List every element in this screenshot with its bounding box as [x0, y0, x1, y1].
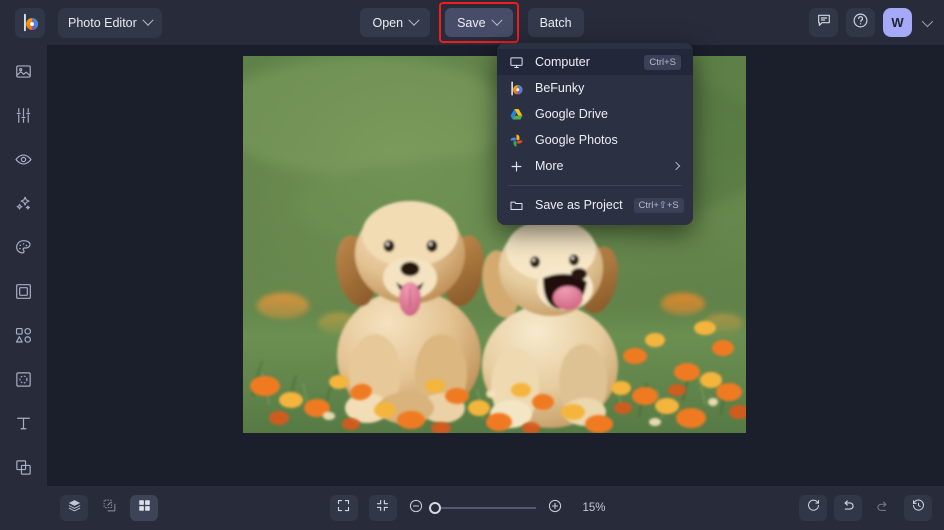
save-menu-item-befunky[interactable]: BeFunky [497, 75, 693, 101]
google-drive-icon [509, 107, 524, 122]
batch-button-label: Batch [540, 16, 572, 30]
collapse-view-button[interactable] [369, 495, 397, 521]
zoom-slider-handle[interactable] [429, 502, 441, 514]
chevron-down-icon [408, 14, 419, 25]
save-menu-item-label: Computer [535, 55, 633, 69]
save-menu-item-label: Google Drive [535, 107, 681, 121]
history-button[interactable] [904, 495, 932, 521]
image-icon [14, 62, 33, 86]
zoom-in-button[interactable] [547, 498, 563, 519]
app-footer: 15% [0, 486, 944, 530]
help-button[interactable] [846, 8, 875, 37]
save-button-highlight: Save [439, 2, 519, 43]
comment-icon [816, 12, 832, 33]
header-user-tools: W [809, 8, 934, 37]
footer-history-controls [799, 495, 932, 521]
minus-circle-icon [408, 498, 424, 519]
reset-rotate-icon [806, 498, 821, 518]
sidebar-item-artsy[interactable] [8, 234, 39, 265]
sidebar-item-frames[interactable] [8, 278, 39, 309]
monitor-icon [509, 55, 524, 70]
avatar-initial: W [891, 15, 903, 30]
sidebar-item-touch-up[interactable] [8, 146, 39, 177]
chevron-down-icon[interactable] [922, 15, 933, 26]
question-circle-icon [852, 12, 869, 34]
zoom-out-button[interactable] [408, 498, 424, 519]
palette-icon [14, 238, 33, 262]
shortcut-badge: Ctrl+S [644, 55, 681, 70]
sidebar-item-image[interactable] [8, 58, 39, 89]
save-menu-item-save-as-project[interactable]: Save as Project Ctrl+⇧+S [497, 192, 693, 218]
chevron-right-icon [672, 162, 680, 170]
redo-button[interactable] [869, 495, 897, 521]
chevron-down-icon [142, 14, 153, 25]
sidebar-item-effects[interactable] [8, 190, 39, 221]
footer-left-tools [60, 495, 158, 521]
tool-sidebar [0, 45, 47, 486]
redo-arrow-icon [875, 498, 891, 519]
save-menu-item-label: BeFunky [535, 81, 681, 95]
sparkles-icon [14, 194, 33, 218]
texture-icon [14, 370, 33, 394]
shapes-icon [14, 326, 33, 350]
grid-four-icon [137, 498, 152, 518]
sidebar-item-text[interactable] [8, 410, 39, 441]
chevron-down-icon [491, 14, 502, 25]
open-button-label: Open [372, 16, 403, 30]
save-menu-item-more[interactable]: More [497, 153, 693, 179]
plus-icon [509, 159, 524, 174]
frame-icon [14, 282, 33, 306]
photo-editor-app: Photo Editor Open Save Batch [0, 0, 944, 530]
text-t-icon [14, 414, 33, 438]
befunky-color-wheel-icon [21, 13, 40, 32]
menu-divider [508, 185, 682, 186]
save-menu-item-google-drive[interactable]: Google Drive [497, 101, 693, 127]
app-header: Photo Editor Open Save Batch [0, 0, 944, 45]
layers-overlay-icon [14, 458, 33, 482]
sidebar-item-edit[interactable] [8, 102, 39, 133]
save-menu-item-google-photos[interactable]: Google Photos [497, 127, 693, 153]
folder-icon [509, 198, 524, 213]
befunky-color-wheel-icon [509, 81, 524, 96]
editor-canvas[interactable] [47, 45, 944, 486]
layer-edit-icon [102, 498, 117, 518]
fit-to-screen-button[interactable] [330, 495, 358, 521]
reset-button[interactable] [799, 495, 827, 521]
sliders-icon [14, 106, 33, 130]
sidebar-item-textures[interactable] [8, 366, 39, 397]
save-menu-item-computer[interactable]: Computer Ctrl+S [497, 49, 693, 75]
save-button-label: Save [457, 16, 486, 30]
manage-layers-button[interactable] [95, 495, 123, 521]
feedback-button[interactable] [809, 8, 838, 37]
eye-icon [14, 150, 33, 174]
save-menu-item-label: More [535, 159, 662, 173]
zoom-level-value: 15% [583, 502, 615, 514]
mode-selector-label: Photo Editor [68, 16, 137, 30]
sidebar-item-overlays[interactable] [8, 454, 39, 485]
shortcut-badge: Ctrl+⇧+S [634, 198, 684, 213]
layers-button[interactable] [60, 495, 88, 521]
open-button[interactable]: Open [360, 8, 430, 37]
history-clock-icon [911, 498, 926, 518]
save-button[interactable]: Save [445, 8, 513, 37]
sidebar-item-graphics[interactable] [8, 322, 39, 353]
batch-button[interactable]: Batch [528, 8, 584, 37]
plus-circle-icon [547, 498, 563, 519]
zoom-slider[interactable] [435, 507, 536, 509]
google-photos-icon [509, 133, 524, 148]
layers-stack-icon [67, 498, 82, 518]
save-menu-item-label: Save as Project [535, 198, 623, 212]
mode-selector-photo-editor[interactable]: Photo Editor [58, 8, 162, 38]
grid-view-button[interactable] [130, 495, 158, 521]
befunky-logo-button[interactable] [15, 8, 45, 38]
collapse-arrows-icon [375, 498, 390, 518]
fit-screen-icon [336, 498, 351, 518]
save-dropdown-menu: Computer Ctrl+S [497, 43, 693, 225]
undo-arrow-icon [840, 498, 856, 519]
avatar[interactable]: W [883, 8, 912, 37]
undo-button[interactable] [834, 495, 862, 521]
save-menu-item-label: Google Photos [535, 133, 681, 147]
app-body [0, 45, 944, 486]
